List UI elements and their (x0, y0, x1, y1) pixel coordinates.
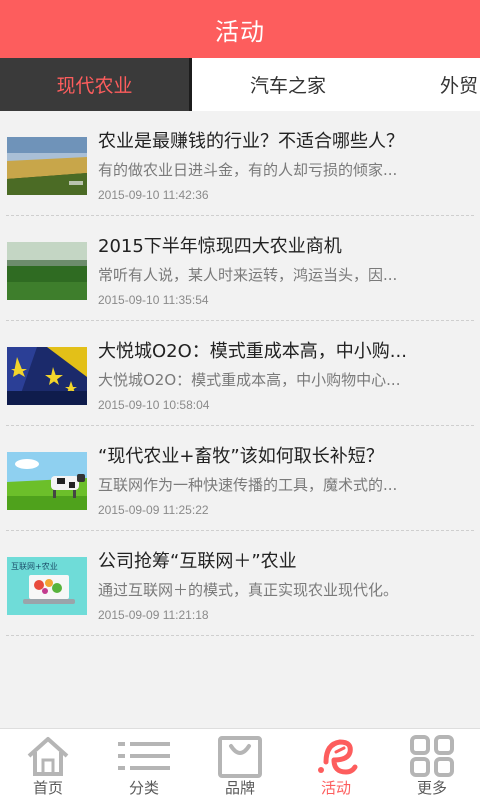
cow-thumbnail (7, 452, 87, 510)
article-time: 2015-09-09 11:21:18 (98, 608, 209, 622)
tab-auto-home[interactable]: 汽车之家 (192, 58, 384, 111)
tabbar-activity[interactable]: 活动 (288, 729, 384, 800)
article-time: 2015-09-09 11:25:22 (98, 503, 209, 517)
svg-text:互联网+农业: 互联网+农业 (11, 561, 58, 571)
article-summary: 互联网作为一种快速传播的工具，魔术式的... (98, 476, 398, 494)
article-title: 大悦城O2O：模式重成本高，中小购... (98, 341, 407, 362)
activity-icon (318, 739, 358, 775)
bottom-tab-bar: 首页 分类 品牌 活动 更多 (0, 728, 480, 800)
article-title: 农业是最赚钱的行业？不适合哪些人？ (98, 131, 404, 152)
internet-agriculture-thumbnail: 互联网+农业 (7, 557, 87, 615)
green-field-thumbnail (7, 242, 87, 300)
list-item[interactable]: 农业是最赚钱的行业？不适合哪些人？ 有的做农业日进斗金，有的人却亏损的倾家...… (0, 111, 480, 216)
list-item[interactable]: 互联网+农业 公司抢筹“互联网＋”农业 通过互联网＋的模式，真正实现农业现代化。… (0, 531, 480, 636)
category-tabs: 现代农业 汽车之家 外贸 (0, 58, 480, 111)
article-list: 农业是最赚钱的行业？不适合哪些人？ 有的做农业日进斗金，有的人却亏损的倾家...… (0, 111, 480, 729)
article-summary: 大悦城O2O：模式重成本高，中小购物中心... (98, 371, 401, 389)
home-icon (27, 737, 69, 776)
list-item[interactable]: 大悦城O2O：模式重成本高，中小购... 大悦城O2O：模式重成本高，中小购物中… (0, 321, 480, 426)
list-item[interactable]: “现代农业+畜牧”该如何取长补短？ 互联网作为一种快速传播的工具，魔术式的...… (0, 426, 480, 531)
article-title: 2015下半年惊现四大农业商机 (98, 236, 342, 257)
tabbar-label: 更多 (416, 779, 447, 797)
article-summary: 常听有人说，某人时来运转，鸿运当头，因... (98, 266, 398, 284)
article-title: “现代农业+畜牧”该如何取长补短？ (98, 446, 384, 467)
divider (6, 635, 474, 636)
app-header: 活动 (0, 0, 480, 58)
list-item[interactable]: 2015下半年惊现四大农业商机 常听有人说，某人时来运转，鸿运当头，因... 2… (0, 216, 480, 321)
farmland-thumbnail (7, 137, 87, 195)
article-time: 2015-09-10 11:35:54 (98, 293, 209, 307)
article-time: 2015-09-10 10:58:04 (98, 398, 210, 412)
mall-thumbnail (7, 347, 87, 405)
list-icon (118, 742, 170, 770)
tabbar-home[interactable]: 首页 (0, 729, 96, 800)
article-title: 公司抢筹“互联网＋”农业 (98, 551, 297, 572)
page-title: 活动 (215, 17, 265, 46)
tabbar-label: 品牌 (224, 779, 255, 797)
tabbar-label: 活动 (320, 779, 351, 797)
tabbar-label: 首页 (32, 779, 63, 797)
tab-modern-agriculture[interactable]: 现代农业 (0, 58, 192, 111)
grid-icon (410, 735, 454, 777)
bag-icon (218, 736, 262, 778)
tab-foreign-trade[interactable]: 外贸 (422, 58, 480, 111)
article-summary: 有的做农业日进斗金，有的人却亏损的倾家... (98, 161, 398, 179)
article-summary: 通过互联网＋的模式，真正实现农业现代化。 (98, 581, 399, 599)
tabbar-category[interactable]: 分类 (96, 729, 192, 800)
tabbar-label: 分类 (128, 779, 159, 797)
tabbar-brand[interactable]: 品牌 (192, 729, 288, 800)
tabbar-more[interactable]: 更多 (384, 729, 480, 800)
article-time: 2015-09-10 11:42:36 (98, 188, 209, 202)
